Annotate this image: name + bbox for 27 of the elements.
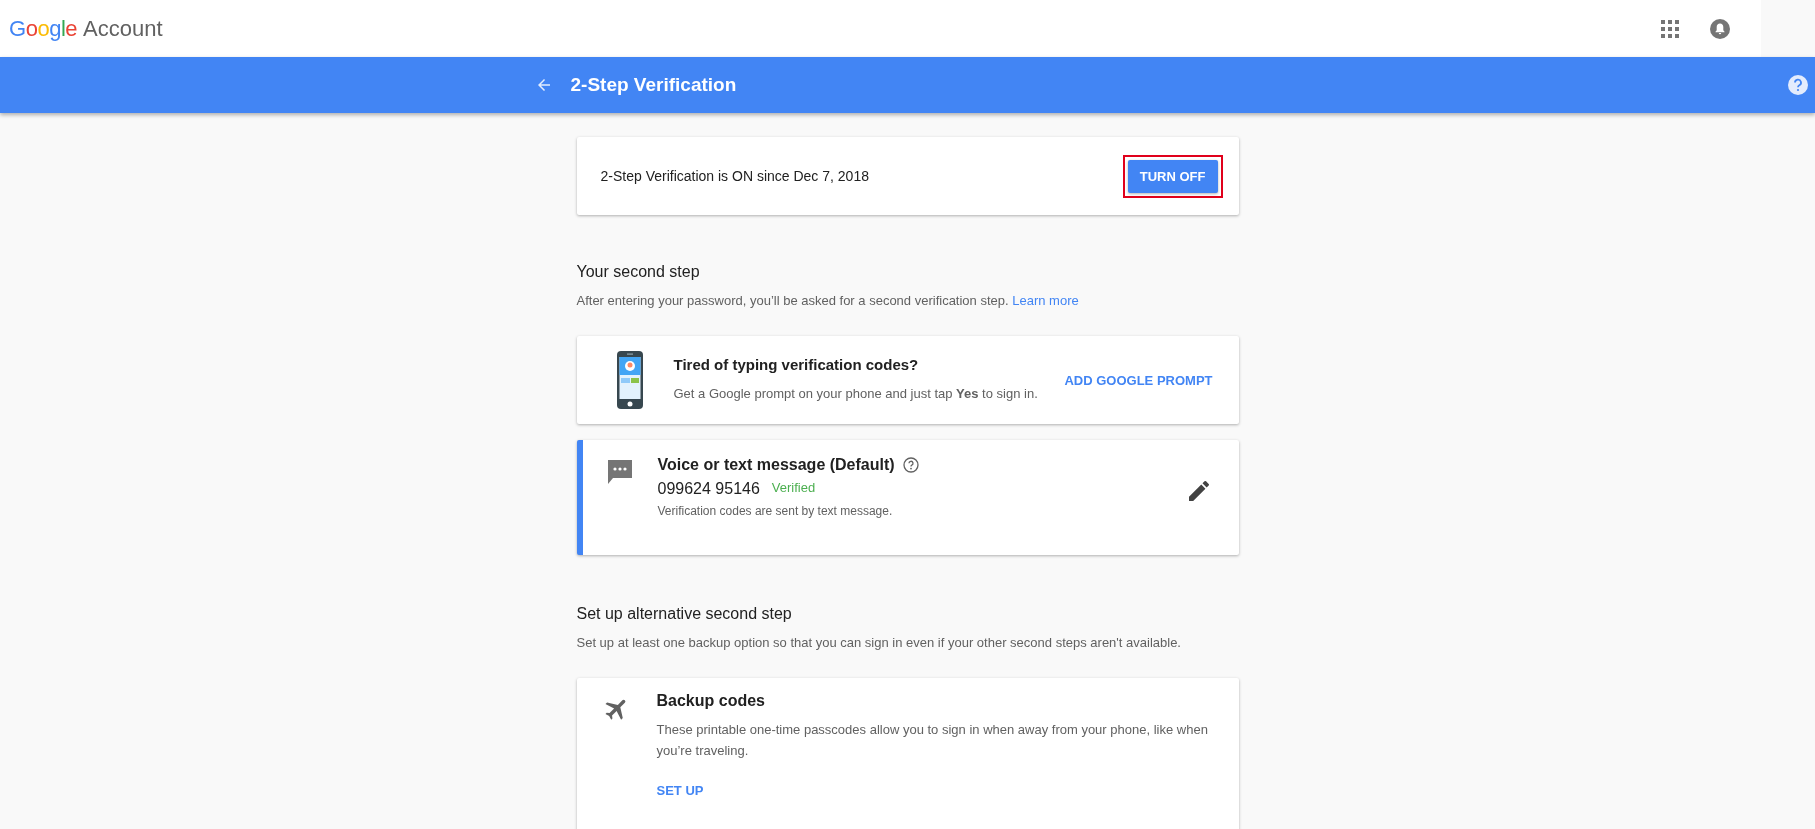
status-text: 2-Step Verification is ON since Dec 7, 2018 xyxy=(600,168,870,184)
page-title: 2-Step Verification xyxy=(570,74,737,96)
section-description: Set up at least one backup option so that you can sign in even if your other second steps aren't available. xyxy=(576,635,1182,650)
product-name: Account xyxy=(83,15,163,42)
add-google-prompt-link[interactable]: ADD GOOGLE PROMPT xyxy=(1064,372,1213,388)
set-up-link[interactable]: SET UP xyxy=(656,783,704,798)
smartphone-drawing xyxy=(617,351,643,409)
learn-more-link[interactable]: Learn more xyxy=(1012,293,1079,308)
card-title: Backup codes xyxy=(656,692,766,710)
section-heading: Your second step xyxy=(576,263,701,281)
card-title: Voice or text message (Default) xyxy=(657,456,895,474)
card-text: These printable one-time passcodes allow you to sign in when away from your phone, like when you’re traveling. xyxy=(656,721,1209,760)
message-bubble-icon xyxy=(606,458,634,486)
edit-pencil-icon[interactable] xyxy=(1188,480,1209,501)
card-text: Get a Google prompt on your phone and just tap Yes to sign in. xyxy=(673,385,1039,403)
verified-status: Verified xyxy=(771,480,816,495)
card-text: Verification codes are sent by text message. xyxy=(657,503,894,520)
section-heading: Set up alternative second step xyxy=(576,605,793,623)
section-description: After entering your password, you’ll be asked for a second verification step. Learn more xyxy=(576,293,1080,308)
card-title: Tired of typing verification codes? xyxy=(673,356,920,373)
phone-number: 099624 95146 xyxy=(657,480,760,498)
google-logo[interactable]: Google xyxy=(9,15,77,42)
turn-off-button[interactable]: TURN OFF xyxy=(1127,159,1218,193)
help-circle-icon[interactable] xyxy=(902,457,919,473)
help-icon[interactable] xyxy=(1788,75,1808,95)
apps-grid-icon[interactable] xyxy=(1661,19,1679,38)
notifications-bell-icon[interactable] xyxy=(1710,18,1730,39)
